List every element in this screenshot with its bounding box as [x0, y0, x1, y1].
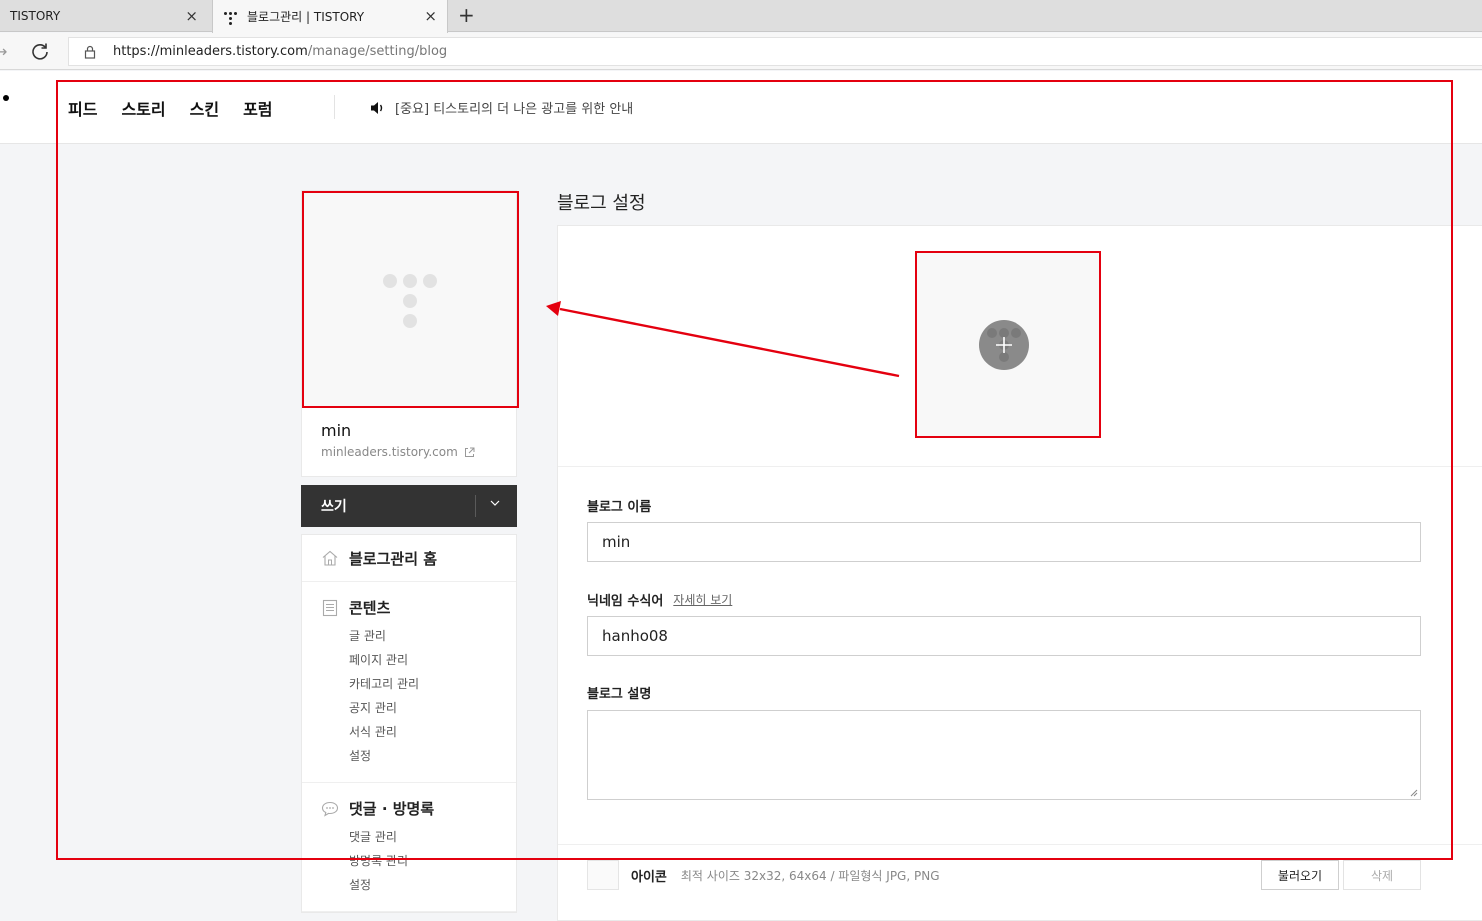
reload-icon[interactable]: [30, 41, 50, 61]
resize-handle-icon[interactable]: [1410, 789, 1418, 797]
menu-template-manage[interactable]: 서식 관리: [321, 720, 516, 744]
blog-info: min minleaders.tistory.com: [301, 408, 517, 477]
menu-home-label: 블로그관리 홈: [349, 549, 438, 568]
blog-name-label: 블로그 이름: [587, 500, 652, 515]
icon-hint: 최적 사이즈 32x32, 64x64 / 파일형식 JPG, PNG: [680, 868, 940, 883]
external-link-icon: [464, 447, 475, 457]
description-textarea[interactable]: [587, 710, 1421, 800]
icon-label: 아이콘: [631, 869, 667, 885]
settings-panel: 블로그 이름 min 닉네임 수식어 자세히 보기 hanho08 블로그 설명…: [557, 225, 1482, 921]
url-input[interactable]: https://minleaders.tistory.com/manage/se…: [68, 37, 1482, 66]
page: 피드 스토리 스킨 포럼 [중요] 티스토리의 더 나은 광고를 위한 안내 m…: [0, 71, 1482, 921]
notice-link[interactable]: [중요] 티스토리의 더 나은 광고를 위한 안내: [370, 98, 633, 117]
tab-tistory[interactable]: TISTORY ×: [0, 0, 208, 32]
lock-icon: [84, 45, 96, 59]
address-bar: → https://minleaders.tistory.com/manage/…: [0, 33, 1482, 70]
tab-label: TISTORY: [10, 9, 61, 23]
write-divider: [475, 495, 476, 517]
nickname-more-link[interactable]: 자세히 보기: [673, 591, 732, 608]
panel-divider: [558, 466, 1482, 467]
close-icon[interactable]: ×: [185, 8, 198, 24]
menu-comments-settings[interactable]: 설정: [321, 873, 516, 897]
sidebar: min minleaders.tistory.com 쓰기 블로그관리 홈 콘텐…: [301, 190, 517, 913]
panel-divider-2: [558, 844, 1482, 845]
speaker-icon: [371, 101, 383, 114]
nickname-label: 닉네임 수식어: [587, 594, 664, 609]
tistory-logo-icon: [383, 274, 437, 328]
write-button[interactable]: 쓰기: [301, 485, 517, 527]
tab-label: 블로그관리 | TISTORY: [247, 10, 365, 24]
plus-icon: [987, 328, 1021, 362]
menu-contents-head[interactable]: 콘텐츠: [321, 597, 516, 618]
nav-story[interactable]: 스토리: [121, 96, 165, 120]
menu-contents-title: 콘텐츠: [349, 599, 391, 617]
menu-notice-manage[interactable]: 공지 관리: [321, 696, 516, 720]
url-path: /manage/setting/blog: [307, 44, 448, 59]
description-label: 블로그 설명: [587, 687, 652, 702]
nav-links: 피드 스토리 스킨 포럼: [68, 96, 273, 120]
add-image-button[interactable]: [979, 320, 1029, 370]
menu-section-contents: 콘텐츠 글 관리 페이지 관리 카테고리 관리 공지 관리 서식 관리 설정: [302, 582, 516, 783]
new-tab-icon[interactable]: +: [458, 4, 475, 26]
menu-contents-settings[interactable]: 설정: [321, 744, 516, 768]
home-icon: [322, 550, 338, 566]
blog-name: min: [321, 421, 352, 440]
top-navigation: 피드 스토리 스킨 포럼 [중요] 티스토리의 더 나은 광고를 위한 안내: [0, 71, 1482, 144]
tistory-favicon-icon: [223, 10, 237, 25]
bullet-dot: [3, 95, 9, 101]
menu-home[interactable]: 블로그관리 홈: [302, 535, 516, 582]
menu-guestbook-manage[interactable]: 방명록 관리: [321, 849, 516, 873]
nav-forum[interactable]: 포럼: [243, 96, 272, 120]
blog-profile-image[interactable]: [301, 190, 517, 408]
page-title: 블로그 설정: [557, 193, 646, 214]
nav-divider: [334, 95, 335, 119]
icon-setting-row: 아이콘 최적 사이즈 32x32, 64x64 / 파일형식 JPG, PNG …: [587, 860, 1421, 890]
notice-text: [중요] 티스토리의 더 나은 광고를 위한 안내: [395, 102, 634, 117]
speech-bubble-icon: [321, 801, 339, 817]
menu-category-manage[interactable]: 카테고리 관리: [321, 672, 516, 696]
menu-comments-title: 댓글 · 방명록: [349, 800, 435, 818]
browser-tab-bar: TISTORY × 블로그관리 | TISTORY × +: [0, 0, 1482, 33]
load-icon-button[interactable]: 불러오기: [1261, 860, 1339, 890]
back-arrow-icon[interactable]: →: [0, 42, 7, 61]
nav-skin[interactable]: 스킨: [190, 96, 219, 120]
nickname-input[interactable]: hanho08: [587, 616, 1421, 656]
tab-blog-manage[interactable]: 블로그관리 | TISTORY ×: [212, 0, 448, 33]
blog-name-input[interactable]: min: [587, 522, 1421, 562]
menu-section-comments: 댓글 · 방명록 댓글 관리 방명록 관리 설정: [302, 783, 516, 912]
menu-comments-head[interactable]: 댓글 · 방명록: [321, 798, 516, 819]
menu-comment-manage[interactable]: 댓글 관리: [321, 825, 516, 849]
url-host: https://minleaders.tistory.com: [113, 44, 308, 59]
document-icon: [322, 599, 338, 616]
blog-url-link[interactable]: minleaders.tistory.com: [321, 445, 516, 459]
menu-page-manage[interactable]: 페이지 관리: [321, 648, 516, 672]
chevron-down-icon[interactable]: [489, 497, 501, 509]
nav-feed[interactable]: 피드: [68, 96, 97, 120]
close-icon[interactable]: ×: [424, 8, 437, 24]
nickname-label-row: 닉네임 수식어 자세히 보기: [587, 590, 732, 609]
manage-menu: 블로그관리 홈 콘텐츠 글 관리 페이지 관리 카테고리 관리 공지 관리 서식…: [301, 534, 517, 913]
delete-icon-button[interactable]: 삭제: [1343, 860, 1421, 890]
blog-url: minleaders.tistory.com: [321, 445, 458, 459]
favicon-thumbnail: [587, 860, 619, 890]
write-label: 쓰기: [321, 499, 347, 515]
blog-image-uploader[interactable]: [917, 253, 1099, 437]
menu-post-manage[interactable]: 글 관리: [321, 624, 516, 648]
